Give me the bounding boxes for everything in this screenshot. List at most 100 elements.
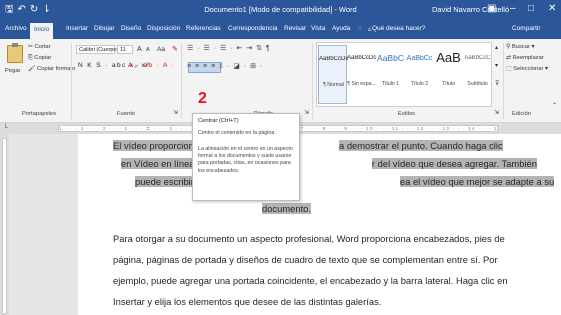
center-tooltip: Centrar (Ctrl+T) Centre el contenido en … <box>192 113 300 201</box>
selected-text: a demostrar el punto. Cuando haga clic <box>339 140 503 151</box>
tab-vista[interactable]: Vista <box>311 25 325 32</box>
cut-label: Cortar <box>34 44 51 50</box>
group-divider <box>181 43 182 119</box>
styles-scroll-down-icon[interactable]: ▾ <box>495 63 498 69</box>
styles-more-icon[interactable]: ⊽ <box>495 81 499 87</box>
doc-line[interactable]: página, páginas de portada y diseños de … <box>113 251 498 269</box>
tab-disposicion[interactable]: Disposición <box>147 25 180 32</box>
lightbulb-icon: ◌ <box>358 25 362 32</box>
clear-formatting-icon[interactable]: ✎ <box>172 45 178 53</box>
style-sample: AaB <box>436 50 461 65</box>
font-size-select[interactable]: 11 <box>117 45 133 54</box>
tab-dibujar[interactable]: Dibujar <box>94 25 115 32</box>
alignment-buttons[interactable]: ≡ ≡ ≡ ≡ ‡ · ◪ · ⊞ · <box>187 62 263 70</box>
select-icon: ⬚ <box>506 66 512 72</box>
vertical-ruler <box>0 134 9 315</box>
font-color-buttons[interactable]: A · ab · A · <box>128 62 175 69</box>
close-button[interactable]: ✕ <box>548 3 556 15</box>
select-button[interactable]: ⬚ Seleccionar ▾ <box>506 66 548 72</box>
cut-button[interactable]: ✂ Cortar <box>28 44 51 50</box>
paste-icon[interactable] <box>7 43 23 63</box>
scissors-icon: ✂ <box>28 44 33 50</box>
tab-revisar[interactable]: Revisar <box>284 25 306 32</box>
ribbon-home: Pegar ✂ Cortar ⎘ Copiar 🖌 Copiar formato… <box>0 39 561 123</box>
selected-text: ea el vídeo que mejor se adapte a su <box>399 176 555 187</box>
styles-scroll-up-icon[interactable]: ▴ <box>495 45 498 51</box>
style-heading-2[interactable]: AaBbCc Título 2 <box>405 45 434 104</box>
change-case-button[interactable]: Aa <box>157 46 165 53</box>
style-name: Título 1 <box>381 81 400 87</box>
replace-icon: ⇄ <box>506 55 511 61</box>
user-name[interactable]: David Navarro Castelló <box>432 5 509 14</box>
replace-button[interactable]: ⇄ Reemplazar <box>506 55 544 61</box>
style-no-spacing[interactable]: AaBbCcDc ¶ Sin espa... <box>347 45 376 104</box>
tab-correspondencia[interactable]: Correspondencia <box>228 25 278 32</box>
style-name: Título 2 <box>410 81 429 87</box>
doc-line[interactable]: ejemplo, puede agregar una portada coinc… <box>113 272 508 290</box>
style-sample: AaBbCc <box>406 55 433 62</box>
ribbon-display-options-icon[interactable]: ▣ <box>487 3 496 15</box>
style-subtitle[interactable]: AaBbCcC Subtítulo <box>463 45 492 104</box>
collapse-ribbon-icon[interactable]: ⌃ <box>552 103 557 109</box>
minimize-button[interactable]: – <box>510 3 516 15</box>
tab-ayuda[interactable]: Ayuda <box>332 25 350 32</box>
style-sample: AaBbCcDc <box>319 56 348 62</box>
doc-line[interactable]: en Vídeo en línea, pr del vídeo que dese… <box>121 155 537 173</box>
tab-selector-icon[interactable]: L <box>5 124 8 130</box>
copy-icon: ⎘ <box>28 55 33 61</box>
style-heading-1[interactable]: AaBbC Título 1 <box>376 45 405 104</box>
replace-label: Reemplazar <box>512 55 544 61</box>
font-dialog-launcher-icon[interactable]: ⇲ <box>173 110 178 116</box>
tab-inicio[interactable]: Inicio <box>30 23 54 39</box>
doc-line[interactable]: Para otorgar a su documento un aspecto p… <box>113 230 505 248</box>
selected-text: El vídeo proporciona <box>113 140 199 151</box>
style-name: Título <box>442 81 455 87</box>
tab-diseno[interactable]: Diseño <box>121 25 141 32</box>
font-name-select[interactable]: Calibri (Cuerpo <box>76 45 117 54</box>
style-title[interactable]: AaB Título <box>434 45 463 104</box>
copy-button[interactable]: ⎘ Copiar <box>28 55 51 62</box>
shrink-font-button[interactable]: A <box>146 47 150 53</box>
style-sample: AaBbC <box>377 53 404 63</box>
group-divider <box>312 43 313 119</box>
find-button[interactable]: ⚲ Buscar ▾ <box>506 44 534 50</box>
styles-gallery: AaBbCcDc ¶ Normal AaBbCcDc ¶ Sin espa...… <box>316 42 492 107</box>
title-bar: 🖫 ↶ ↻ ⇂ Documento1 [Modo de compatibilid… <box>0 0 561 21</box>
doc-line[interactable]: El vídeo proporciona a demostrar el punto… <box>113 137 503 155</box>
group-divider <box>71 43 72 119</box>
share-button[interactable]: Compartir <box>512 25 541 32</box>
styles-dialog-launcher-icon[interactable]: ⇲ <box>494 110 499 116</box>
paragraph-dialog-launcher-icon[interactable]: ⇲ <box>304 110 309 116</box>
step-number-badge: 2 <box>198 90 207 107</box>
search-icon: ⚲ <box>506 44 511 50</box>
style-name: Subtítulo <box>467 81 488 87</box>
style-name: ¶ Normal <box>323 82 344 88</box>
styles-group-label: Estilos <box>398 111 416 117</box>
copy-label: Copiar <box>34 55 52 61</box>
list-buttons[interactable]: ☰ · ☰ · ☰ · ⇤ ⇥ ⇅ ¶ <box>187 44 271 52</box>
style-sample: AaBbCcDc <box>347 55 376 61</box>
tell-me-search[interactable]: ¿Qué desea hacer? <box>368 25 425 32</box>
find-label: Buscar <box>511 44 530 50</box>
grow-font-button[interactable]: A <box>137 46 142 53</box>
format-painter-label: Copiar formato <box>36 66 76 72</box>
tab-referencias[interactable]: Referencias <box>186 25 221 32</box>
maximize-button[interactable]: □ <box>528 3 534 15</box>
selected-text: documento. <box>262 203 311 214</box>
selected-text: r del vídeo que desea agregar. También <box>371 158 537 169</box>
tab-insertar[interactable]: Insertar <box>66 25 88 32</box>
style-name: ¶ Sin espa... <box>347 81 376 87</box>
style-normal[interactable]: AaBbCcDc ¶ Normal <box>318 45 348 104</box>
tab-archivo[interactable]: Archivo <box>5 25 27 32</box>
font-group-label: Fuente <box>117 111 136 117</box>
editing-group-label: Edición <box>512 111 532 117</box>
doc-line[interactable]: Insertar y elija los elementos que desee… <box>113 293 381 311</box>
clipboard-group-label: Portapapeles <box>22 111 57 117</box>
brush-icon: 🖌 <box>28 66 36 72</box>
style-sample: AaBbCcC <box>464 55 491 61</box>
paste-button[interactable]: Pegar <box>5 68 20 74</box>
format-painter-button[interactable]: 🖌 Copiar formato <box>28 66 75 72</box>
select-label: Seleccionar <box>513 66 544 72</box>
doc-line[interactable]: documento. <box>262 200 311 218</box>
vertical-ruler-scale[interactable] <box>2 138 7 314</box>
